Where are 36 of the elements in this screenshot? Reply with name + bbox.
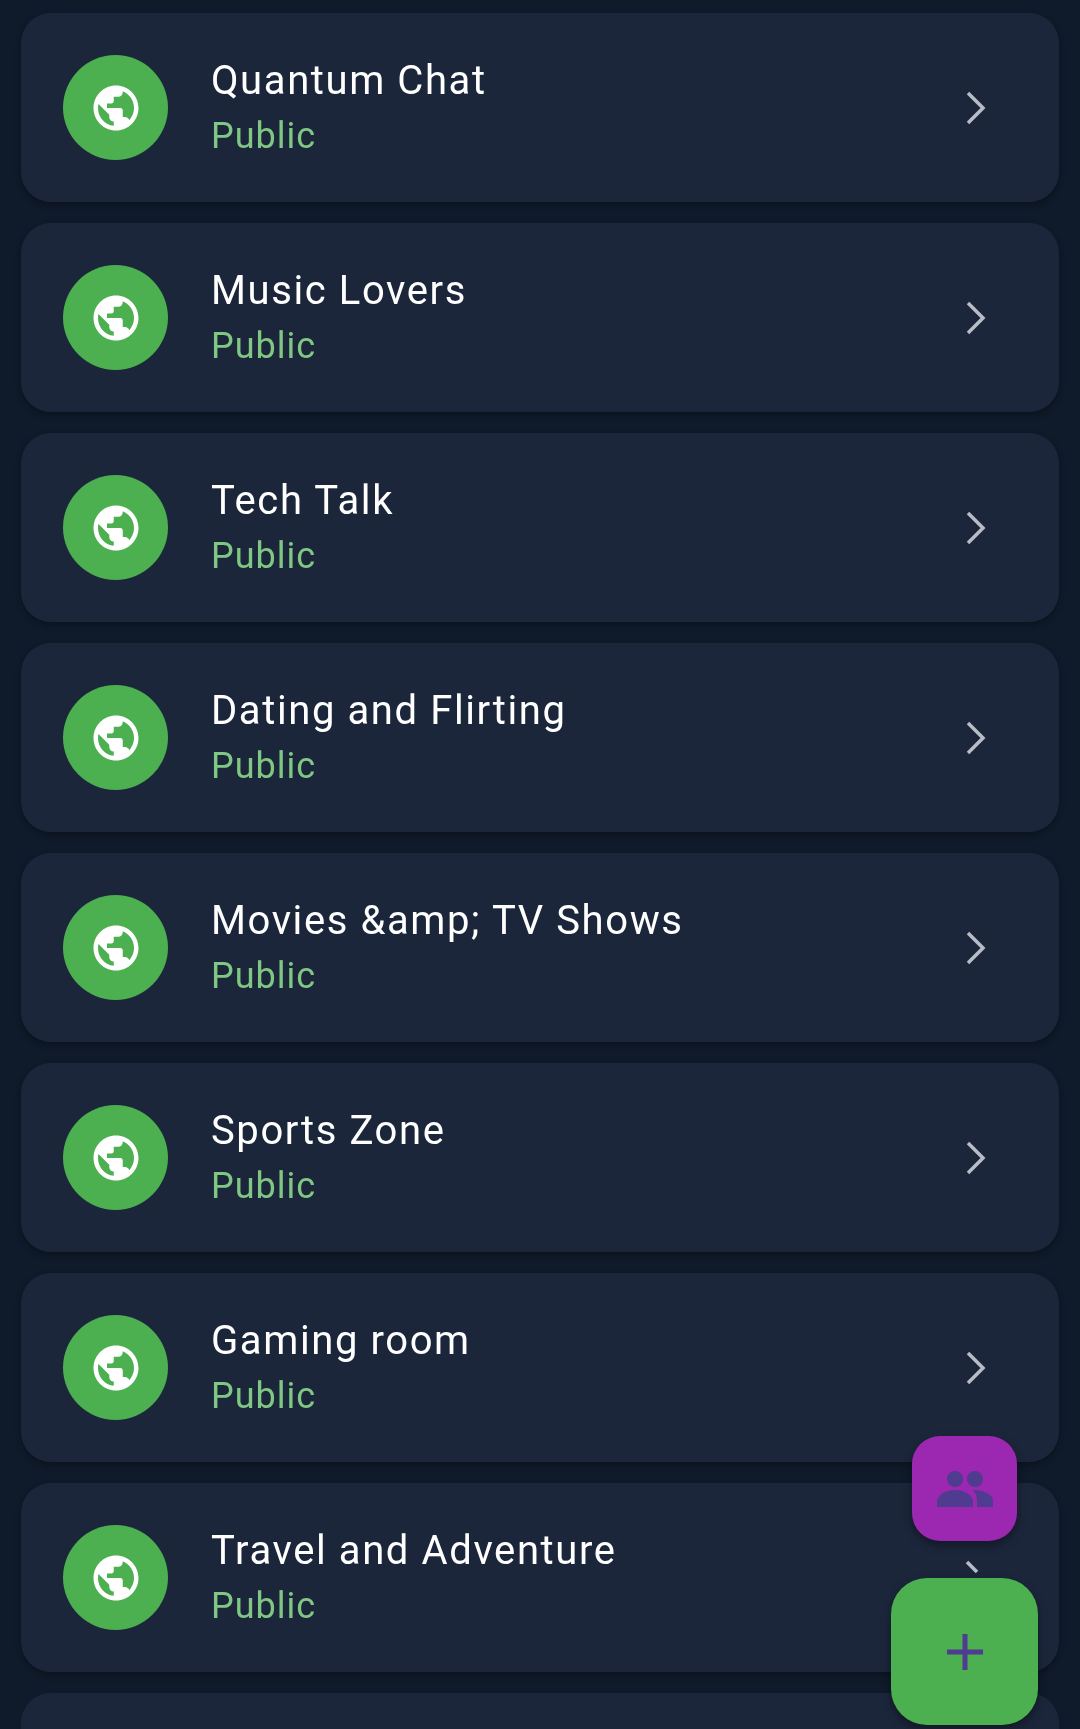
chevron-right-icon: [965, 929, 987, 966]
add-button[interactable]: [891, 1578, 1038, 1725]
room-visibility: Public: [211, 1163, 318, 1209]
groups-button[interactable]: [912, 1436, 1017, 1541]
room-card[interactable]: Dating and Flirting Public: [21, 643, 1059, 832]
room-card[interactable]: Movies &amp; TV Shows Public: [21, 853, 1059, 1042]
chevron-right-icon: [965, 719, 987, 756]
room-card[interactable]: Tech Talk Public: [21, 433, 1059, 622]
room-name: Music Lovers: [211, 265, 468, 316]
room-visibility: Public: [211, 1583, 318, 1629]
room-card[interactable]: Sports Zone Public: [21, 1063, 1059, 1252]
chevron-right-icon: [965, 1349, 987, 1386]
room-visibility: Public: [211, 533, 318, 579]
room-name: Tech Talk: [211, 475, 396, 526]
chevron-right-icon: [965, 299, 987, 336]
room-card[interactable]: Travel and Adventure Public: [21, 1483, 1059, 1672]
room-name: Travel and Adventure: [211, 1525, 618, 1576]
room-card[interactable]: Music Lovers Public: [21, 223, 1059, 412]
room-name: Sports Zone: [211, 1105, 447, 1156]
chevron-right-icon: [965, 1559, 980, 1573]
chevron-right-icon: [965, 1139, 987, 1176]
room-name: Movies &amp; TV Shows: [211, 895, 685, 946]
room-card[interactable]: Gaming room Public: [21, 1273, 1059, 1462]
room-visibility: Public: [211, 113, 318, 159]
chevron-right-icon: [965, 509, 987, 546]
room-visibility: Public: [211, 743, 318, 789]
room-name: Quantum Chat: [211, 55, 488, 106]
chevron-right-icon: [965, 89, 987, 126]
room-visibility: Public: [211, 323, 318, 369]
people-icon: [934, 1468, 995, 1509]
room-card[interactable]: Quantum Chat Public: [21, 13, 1059, 202]
room-name: Dating and Flirting: [211, 685, 568, 736]
room-name: Gaming room: [211, 1315, 472, 1366]
plus-icon: [945, 1632, 984, 1671]
room-visibility: Public: [211, 1373, 318, 1419]
room-visibility: Public: [211, 953, 318, 999]
